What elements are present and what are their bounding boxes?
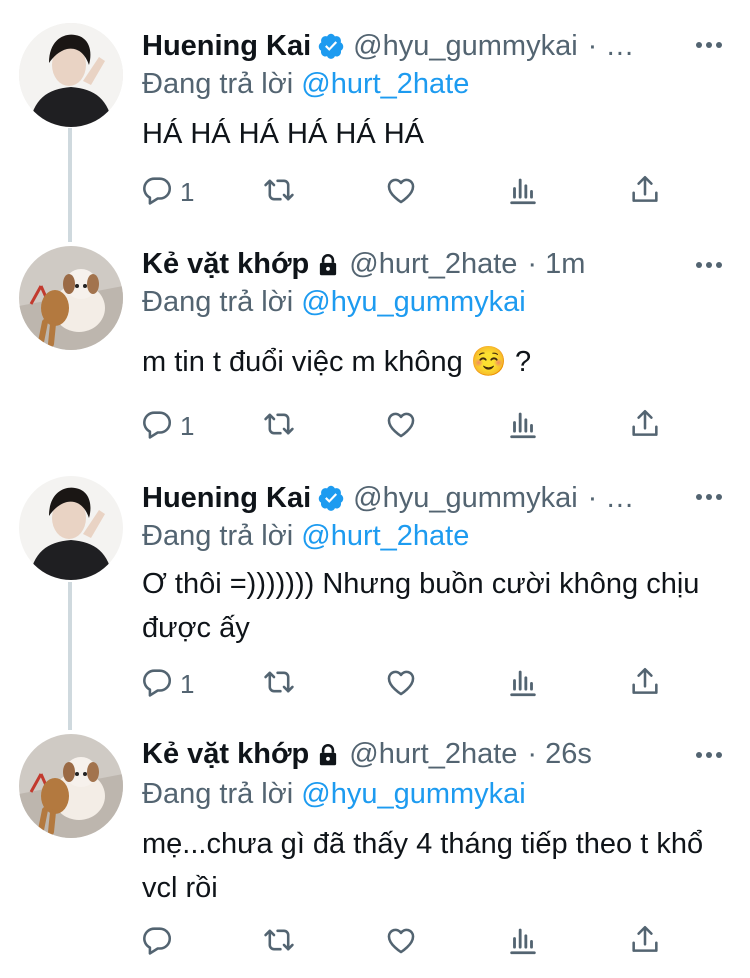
analytics-icon (506, 923, 540, 962)
reply-count: 1 (180, 668, 195, 699)
reply-prefix: Đang trả lời (142, 286, 302, 318)
avatar[interactable] (19, 734, 123, 838)
handle[interactable]: @hurt_2hate (349, 738, 517, 770)
share-icon (628, 665, 662, 704)
action-bar: 1 (0, 172, 750, 212)
tweet-header: Huening Kai @hyu_gummykai · … (142, 26, 730, 66)
like-button[interactable] (384, 664, 418, 704)
share-icon (628, 407, 662, 446)
analytics-button[interactable] (506, 922, 540, 962)
analytics-icon (506, 665, 540, 704)
share-icon (628, 173, 662, 212)
retweet-icon (262, 407, 296, 446)
lock-icon (315, 739, 341, 779)
display-name[interactable]: Kẻ vặt khớp (142, 248, 309, 280)
action-bar (0, 922, 750, 962)
like-icon (384, 923, 418, 962)
reply-to-handle[interactable]: @hurt_2hate (301, 520, 469, 552)
reply-thread: Huening Kai @hyu_gummykai · … Đang trả lời… (0, 0, 750, 978)
timestamp: · … (587, 30, 635, 62)
tweet-text: HÁ HÁ HÁ HÁ HÁ HÁ (142, 118, 424, 150)
tweet-header: Kẻ vặt khớp @hurt_2hate · 1m (142, 244, 730, 284)
tweet-text: m tin t đuổi việc m không ☺️ ? (142, 346, 532, 378)
reply-count: 1 (180, 176, 195, 207)
action-bar: 1 (0, 406, 750, 446)
handle[interactable]: @hyu_gummykai (353, 30, 577, 62)
reply-icon (140, 923, 174, 962)
analytics-button[interactable] (506, 172, 540, 212)
analytics-icon (506, 173, 540, 212)
more-icon[interactable] (696, 40, 722, 50)
like-button[interactable] (384, 172, 418, 212)
reply-context: Đang trả lời @hyu_gummykai (142, 774, 526, 814)
tweet[interactable]: Kẻ vặt khớp @hurt_2hate · 1m Đang trả lời … (0, 232, 750, 464)
avatar[interactable] (19, 23, 123, 127)
reply-prefix: Đang trả lời (142, 520, 302, 552)
more-icon[interactable] (696, 260, 722, 270)
retweet-button[interactable] (262, 172, 296, 212)
share-button[interactable] (628, 664, 662, 704)
like-icon (384, 665, 418, 704)
tweet[interactable]: Huening Kai @hyu_gummykai · … Đang trả lời… (0, 0, 750, 232)
analytics-button[interactable] (506, 406, 540, 446)
tweet-text: Ơ thôi =))))))) Nhưng buồn cười không ch… (142, 568, 700, 644)
more-icon[interactable] (696, 750, 722, 760)
action-bar: 1 (0, 664, 750, 704)
more-icon[interactable] (696, 492, 722, 502)
reply-prefix: Đang trả lời (142, 68, 302, 100)
analytics-icon (506, 407, 540, 446)
like-button[interactable] (384, 922, 418, 962)
like-icon (384, 173, 418, 212)
reply-icon (140, 407, 174, 446)
reply-to-handle[interactable]: @hyu_gummykai (301, 286, 525, 318)
tweet-header: Huening Kai @hyu_gummykai · … (142, 478, 730, 518)
avatar[interactable] (19, 246, 123, 350)
reply-prefix: Đang trả lời (142, 778, 302, 810)
reply-count: 1 (180, 410, 195, 441)
reply-context: Đang trả lời @hurt_2hate (142, 64, 469, 104)
display-name[interactable]: Huening Kai (142, 482, 311, 514)
share-button[interactable] (628, 172, 662, 212)
handle[interactable]: @hyu_gummykai (353, 482, 577, 514)
reply-context: Đang trả lời @hyu_gummykai (142, 282, 526, 322)
retweet-button[interactable] (262, 922, 296, 962)
retweet-icon (262, 923, 296, 962)
display-name[interactable]: Kẻ vặt khớp (142, 738, 309, 770)
timestamp: · 1m (527, 248, 586, 280)
like-button[interactable] (384, 406, 418, 446)
tweet[interactable]: Kẻ vặt khớp @hurt_2hate · 26s Đang trả lời… (0, 726, 750, 978)
handle[interactable]: @hurt_2hate (349, 248, 517, 280)
reply-to-handle[interactable]: @hyu_gummykai (301, 778, 525, 810)
share-icon (628, 923, 662, 962)
display-name[interactable]: Huening Kai (142, 30, 311, 62)
reply-icon (140, 173, 174, 212)
reply-button[interactable]: 1 (140, 664, 194, 704)
reply-icon (140, 665, 174, 704)
like-icon (384, 407, 418, 446)
retweet-button[interactable] (262, 664, 296, 704)
tweet[interactable]: Huening Kai @hyu_gummykai · … Đang trả lời… (0, 464, 750, 726)
retweet-icon (262, 665, 296, 704)
reply-button[interactable] (140, 922, 180, 962)
share-button[interactable] (628, 406, 662, 446)
reply-to-handle[interactable]: @hurt_2hate (301, 68, 469, 100)
tweet-header: Kẻ vặt khớp @hurt_2hate · 26s (142, 734, 730, 774)
timestamp: · … (587, 482, 635, 514)
reply-context: Đang trả lời @hurt_2hate (142, 516, 469, 556)
reply-button[interactable]: 1 (140, 406, 194, 446)
analytics-button[interactable] (506, 664, 540, 704)
retweet-button[interactable] (262, 406, 296, 446)
avatar[interactable] (19, 476, 123, 580)
share-button[interactable] (628, 922, 662, 962)
reply-button[interactable]: 1 (140, 172, 194, 212)
timestamp: · 26s (527, 738, 592, 770)
tweet-text: mẹ...chưa gì đã thấy 4 tháng tiếp theo t… (142, 828, 704, 904)
retweet-icon (262, 173, 296, 212)
